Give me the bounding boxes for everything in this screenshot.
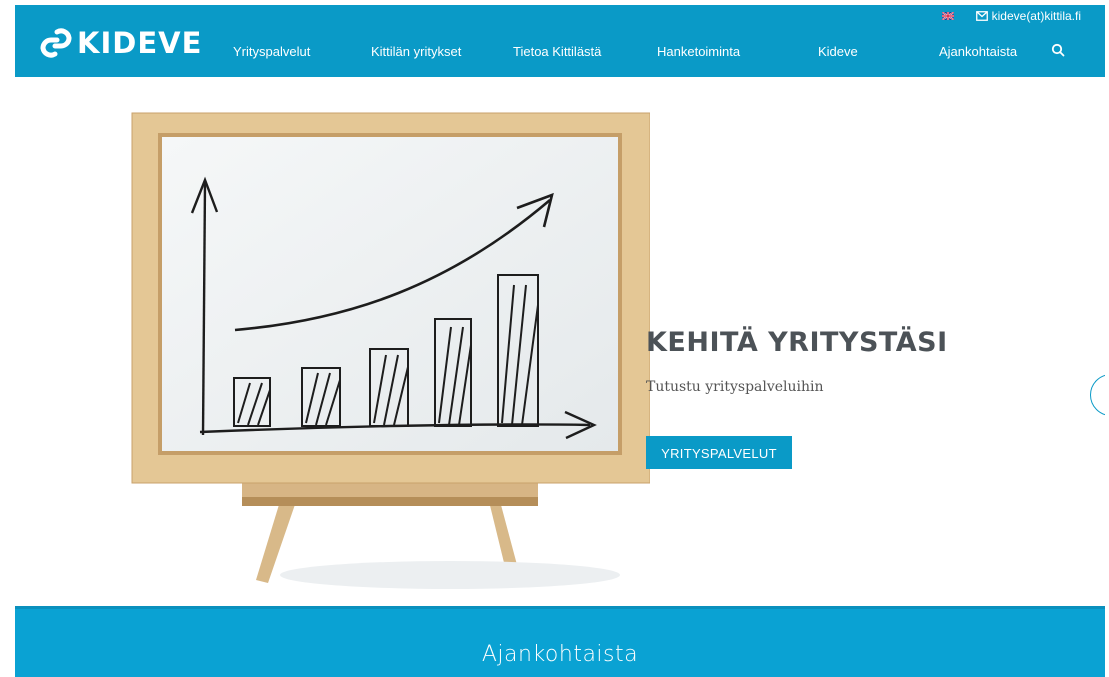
flag-uk-icon[interactable] [941, 12, 954, 20]
nav-item-ajankohtaista[interactable]: Ajankohtaista [939, 44, 1017, 59]
nav-item-tietoa-kittilasta[interactable]: Tietoa Kittilästä [513, 44, 601, 59]
news-section-header: Ajankohtaista [15, 606, 1105, 677]
site-header: KIDEVE kideve(at)kittila.fi Yrityspalvel… [15, 5, 1105, 77]
hero-slider: KEHITÄ YRITYSTÄSI Tutustu yrityspalvelui… [15, 77, 1105, 606]
mail-icon [975, 11, 988, 21]
slider-next-arrow[interactable] [1090, 374, 1105, 416]
email-link[interactable]: kideve(at)kittila.fi [975, 9, 1081, 23]
page: KIDEVE kideve(at)kittila.fi Yrityspalvel… [15, 5, 1105, 677]
hero-subtitle: Tutustu yrityspalveluihin [646, 379, 824, 395]
top-utility-bar: kideve(at)kittila.fi [941, 9, 1081, 23]
nav-item-kittilan-yritykset[interactable]: Kittilän yritykset [371, 44, 461, 59]
whiteboard-chart-image [131, 112, 650, 589]
nav-item-hanketoiminta[interactable]: Hanketoiminta [657, 44, 740, 59]
search-icon[interactable] [1051, 43, 1065, 57]
nav-item-kideve[interactable]: Kideve [818, 44, 858, 59]
chevron-right-icon [1091, 375, 1105, 415]
email-text: kideve(at)kittila.fi [991, 9, 1081, 23]
main-nav: Yrityspalvelut Kittilän yritykset Tietoa… [15, 44, 1105, 64]
nav-item-yrityspalvelut[interactable]: Yrityspalvelut [233, 44, 310, 59]
hero-title: KEHITÄ YRITYSTÄSI [646, 327, 948, 358]
yrityspalvelut-button[interactable]: YRITYSPALVELUT [646, 436, 792, 469]
section-divider [15, 606, 1105, 609]
section-title: Ajankohtaista [481, 642, 639, 667]
